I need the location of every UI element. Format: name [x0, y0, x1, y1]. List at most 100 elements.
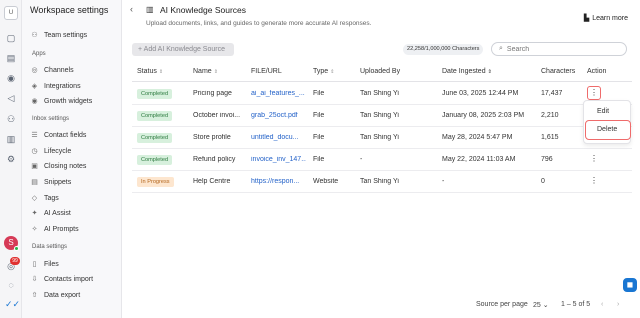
- sidebar-item-integrations[interactable]: ◈ Integrations: [30, 80, 118, 92]
- row-name: October invoi...: [193, 112, 241, 119]
- widget-icon: ◉: [31, 98, 38, 105]
- sidebar-item-data-export[interactable]: ⇧ Data export: [30, 289, 118, 301]
- row-characters: 2,210: [541, 112, 559, 119]
- inbox-icon[interactable]: ▢: [5, 32, 17, 44]
- sidebar-item-lifecycle[interactable]: ◷ Lifecycle: [30, 145, 118, 157]
- more-options-icon[interactable]: ⋮: [588, 176, 600, 185]
- help-icon[interactable]: ◌: [5, 279, 17, 291]
- sidebar-title: Workspace settings: [30, 5, 109, 15]
- sidebar-item-ai-assist[interactable]: ✦ AI Assist: [30, 207, 118, 219]
- search-icon: ⌕: [499, 45, 503, 52]
- delete-menu-item[interactable]: Delete: [597, 126, 617, 133]
- tag-icon: ◇: [31, 195, 38, 202]
- sidebar-item-contacts-import[interactable]: ⇩ Contacts import: [30, 273, 118, 285]
- broadcast-icon[interactable]: ◉: [5, 72, 17, 84]
- row-name: Help Centre: [193, 178, 231, 185]
- active-more-options-highlight: [587, 86, 601, 100]
- fields-icon: ☰: [31, 132, 38, 139]
- row-uploaded-by: Tan Shing Yi: [360, 178, 399, 185]
- sidebar-item-ai-prompts[interactable]: ✧ AI Prompts: [30, 223, 118, 235]
- column-header-file-url: FILE/URL: [251, 68, 282, 75]
- learn-more-link[interactable]: ▙ Learn more: [583, 14, 628, 23]
- characters-usage-badge: 22,258/1,000,000 Characters: [403, 44, 484, 55]
- online-status-dot: [14, 246, 19, 251]
- column-header-status[interactable]: Status ⇕: [137, 68, 163, 75]
- row-type: File: [313, 112, 325, 119]
- page-title: AI Knowledge Sources: [160, 5, 246, 15]
- checkmarks-icon[interactable]: ✓✓: [5, 298, 20, 310]
- sidebar-item-tags[interactable]: ◇ Tags: [30, 192, 118, 204]
- column-header-action: Action: [587, 68, 607, 75]
- column-header-date-ingested[interactable]: Date Ingested ⇕: [442, 68, 492, 75]
- table-row[interactable]: Completed Store profile untitled_docu...…: [132, 127, 632, 149]
- workflow-icon[interactable]: ⚇: [5, 113, 17, 125]
- column-header-name[interactable]: Name ⇕: [193, 68, 218, 75]
- sidebar-item-snippets[interactable]: ▤ Snippets: [30, 176, 118, 188]
- row-date: May 22, 2024 11:03 AM: [442, 156, 516, 163]
- more-options-icon[interactable]: ⋮: [588, 154, 600, 163]
- per-page-select[interactable]: 25 ⌄: [533, 301, 549, 309]
- row-type: Website: [313, 178, 339, 185]
- row-action-menu: Edit Delete: [583, 100, 631, 144]
- prompt-icon: ✧: [31, 226, 38, 233]
- settings-icon[interactable]: ⚙: [5, 153, 17, 165]
- lifecycle-icon: ◷: [31, 148, 38, 155]
- row-file-link[interactable]: https://respon...: [251, 178, 306, 185]
- team-icon: ⚇: [31, 32, 38, 39]
- next-page-icon[interactable]: ›: [617, 301, 619, 308]
- contacts-icon[interactable]: ▤: [5, 52, 17, 64]
- sidebar-item-files[interactable]: ▯ Files: [30, 258, 118, 270]
- row-type: File: [313, 134, 325, 141]
- search-input[interactable]: [506, 45, 617, 53]
- workspace-switcher[interactable]: U: [4, 6, 18, 20]
- row-type: File: [313, 156, 325, 163]
- megaphone-icon[interactable]: ◁: [5, 92, 17, 104]
- column-header-characters: Characters: [541, 68, 576, 75]
- sidebar-item-growth-widgets[interactable]: ◉ Growth widgets: [30, 95, 118, 107]
- status-badge: Completed: [137, 89, 173, 99]
- main-content: ‹ ▥ AI Knowledge Sources Upload document…: [122, 0, 640, 318]
- table-row[interactable]: In Progress Help Centre https://respon..…: [132, 171, 632, 193]
- row-characters: 0: [541, 178, 545, 185]
- book-open-icon: ▙: [583, 15, 590, 22]
- status-badge: In Progress: [137, 177, 174, 187]
- row-file-link[interactable]: ai_ai_features_...: [251, 90, 306, 97]
- column-header-type[interactable]: Type ⇕: [313, 68, 334, 75]
- sidebar-section-apps: Apps: [32, 51, 46, 57]
- sidebar-section-data-settings: Data settings: [32, 244, 68, 250]
- edit-menu-item[interactable]: Edit: [597, 108, 609, 115]
- row-file-link[interactable]: invoice_inv_147...: [251, 156, 306, 163]
- sort-desc-icon: ⇕: [487, 68, 492, 75]
- status-badge: Completed: [137, 111, 173, 121]
- row-file-link[interactable]: untitled_docu...: [251, 134, 306, 141]
- page-range: 1 – 5 of 5: [561, 301, 591, 308]
- integrations-icon: ◈: [31, 83, 38, 90]
- row-uploaded-by: Tan Shing Yi: [360, 134, 399, 141]
- row-file-link[interactable]: grab_25oct.pdf: [251, 112, 306, 119]
- prev-page-icon[interactable]: ‹: [601, 301, 603, 308]
- settings-sidebar: Workspace settings ⚇ Team settings Apps ◎…: [22, 0, 122, 318]
- chat-support-icon[interactable]: ◼: [623, 278, 637, 292]
- sort-icon: ⇕: [330, 68, 335, 75]
- add-knowledge-source-button[interactable]: + Add AI Knowledge Source: [132, 43, 234, 56]
- book-icon: ▥: [146, 5, 154, 14]
- status-badge: Completed: [137, 155, 173, 165]
- row-date: May 28, 2024 5:47 PM: [442, 134, 513, 141]
- column-header-uploaded-by: Uploaded By: [360, 68, 401, 75]
- notes-icon: ▣: [31, 163, 38, 170]
- search-box[interactable]: ⌕: [491, 42, 627, 56]
- reports-icon[interactable]: ▥: [5, 133, 17, 145]
- back-arrow-icon[interactable]: ‹: [130, 4, 133, 14]
- row-name: Store profile: [193, 134, 231, 141]
- sidebar-item-contact-fields[interactable]: ☰ Contact fields: [30, 129, 118, 141]
- table-row[interactable]: Completed Refund policy invoice_inv_147.…: [132, 149, 632, 171]
- table-row[interactable]: Completed Pricing page ai_ai_features_..…: [132, 83, 632, 105]
- row-uploaded-by: Tan Shing Yi: [360, 90, 399, 97]
- sidebar-item-channels[interactable]: ◎ Channels: [30, 64, 118, 76]
- row-characters: 796: [541, 156, 553, 163]
- table-row[interactable]: Completed October invoi... grab_25oct.pd…: [132, 105, 632, 127]
- sidebar-item-team-settings[interactable]: ⚇ Team settings: [30, 29, 118, 41]
- row-characters: 17,437: [541, 90, 563, 97]
- sidebar-item-closing-notes[interactable]: ▣ Closing notes: [30, 160, 118, 172]
- per-page-label: Source per page: [476, 301, 528, 308]
